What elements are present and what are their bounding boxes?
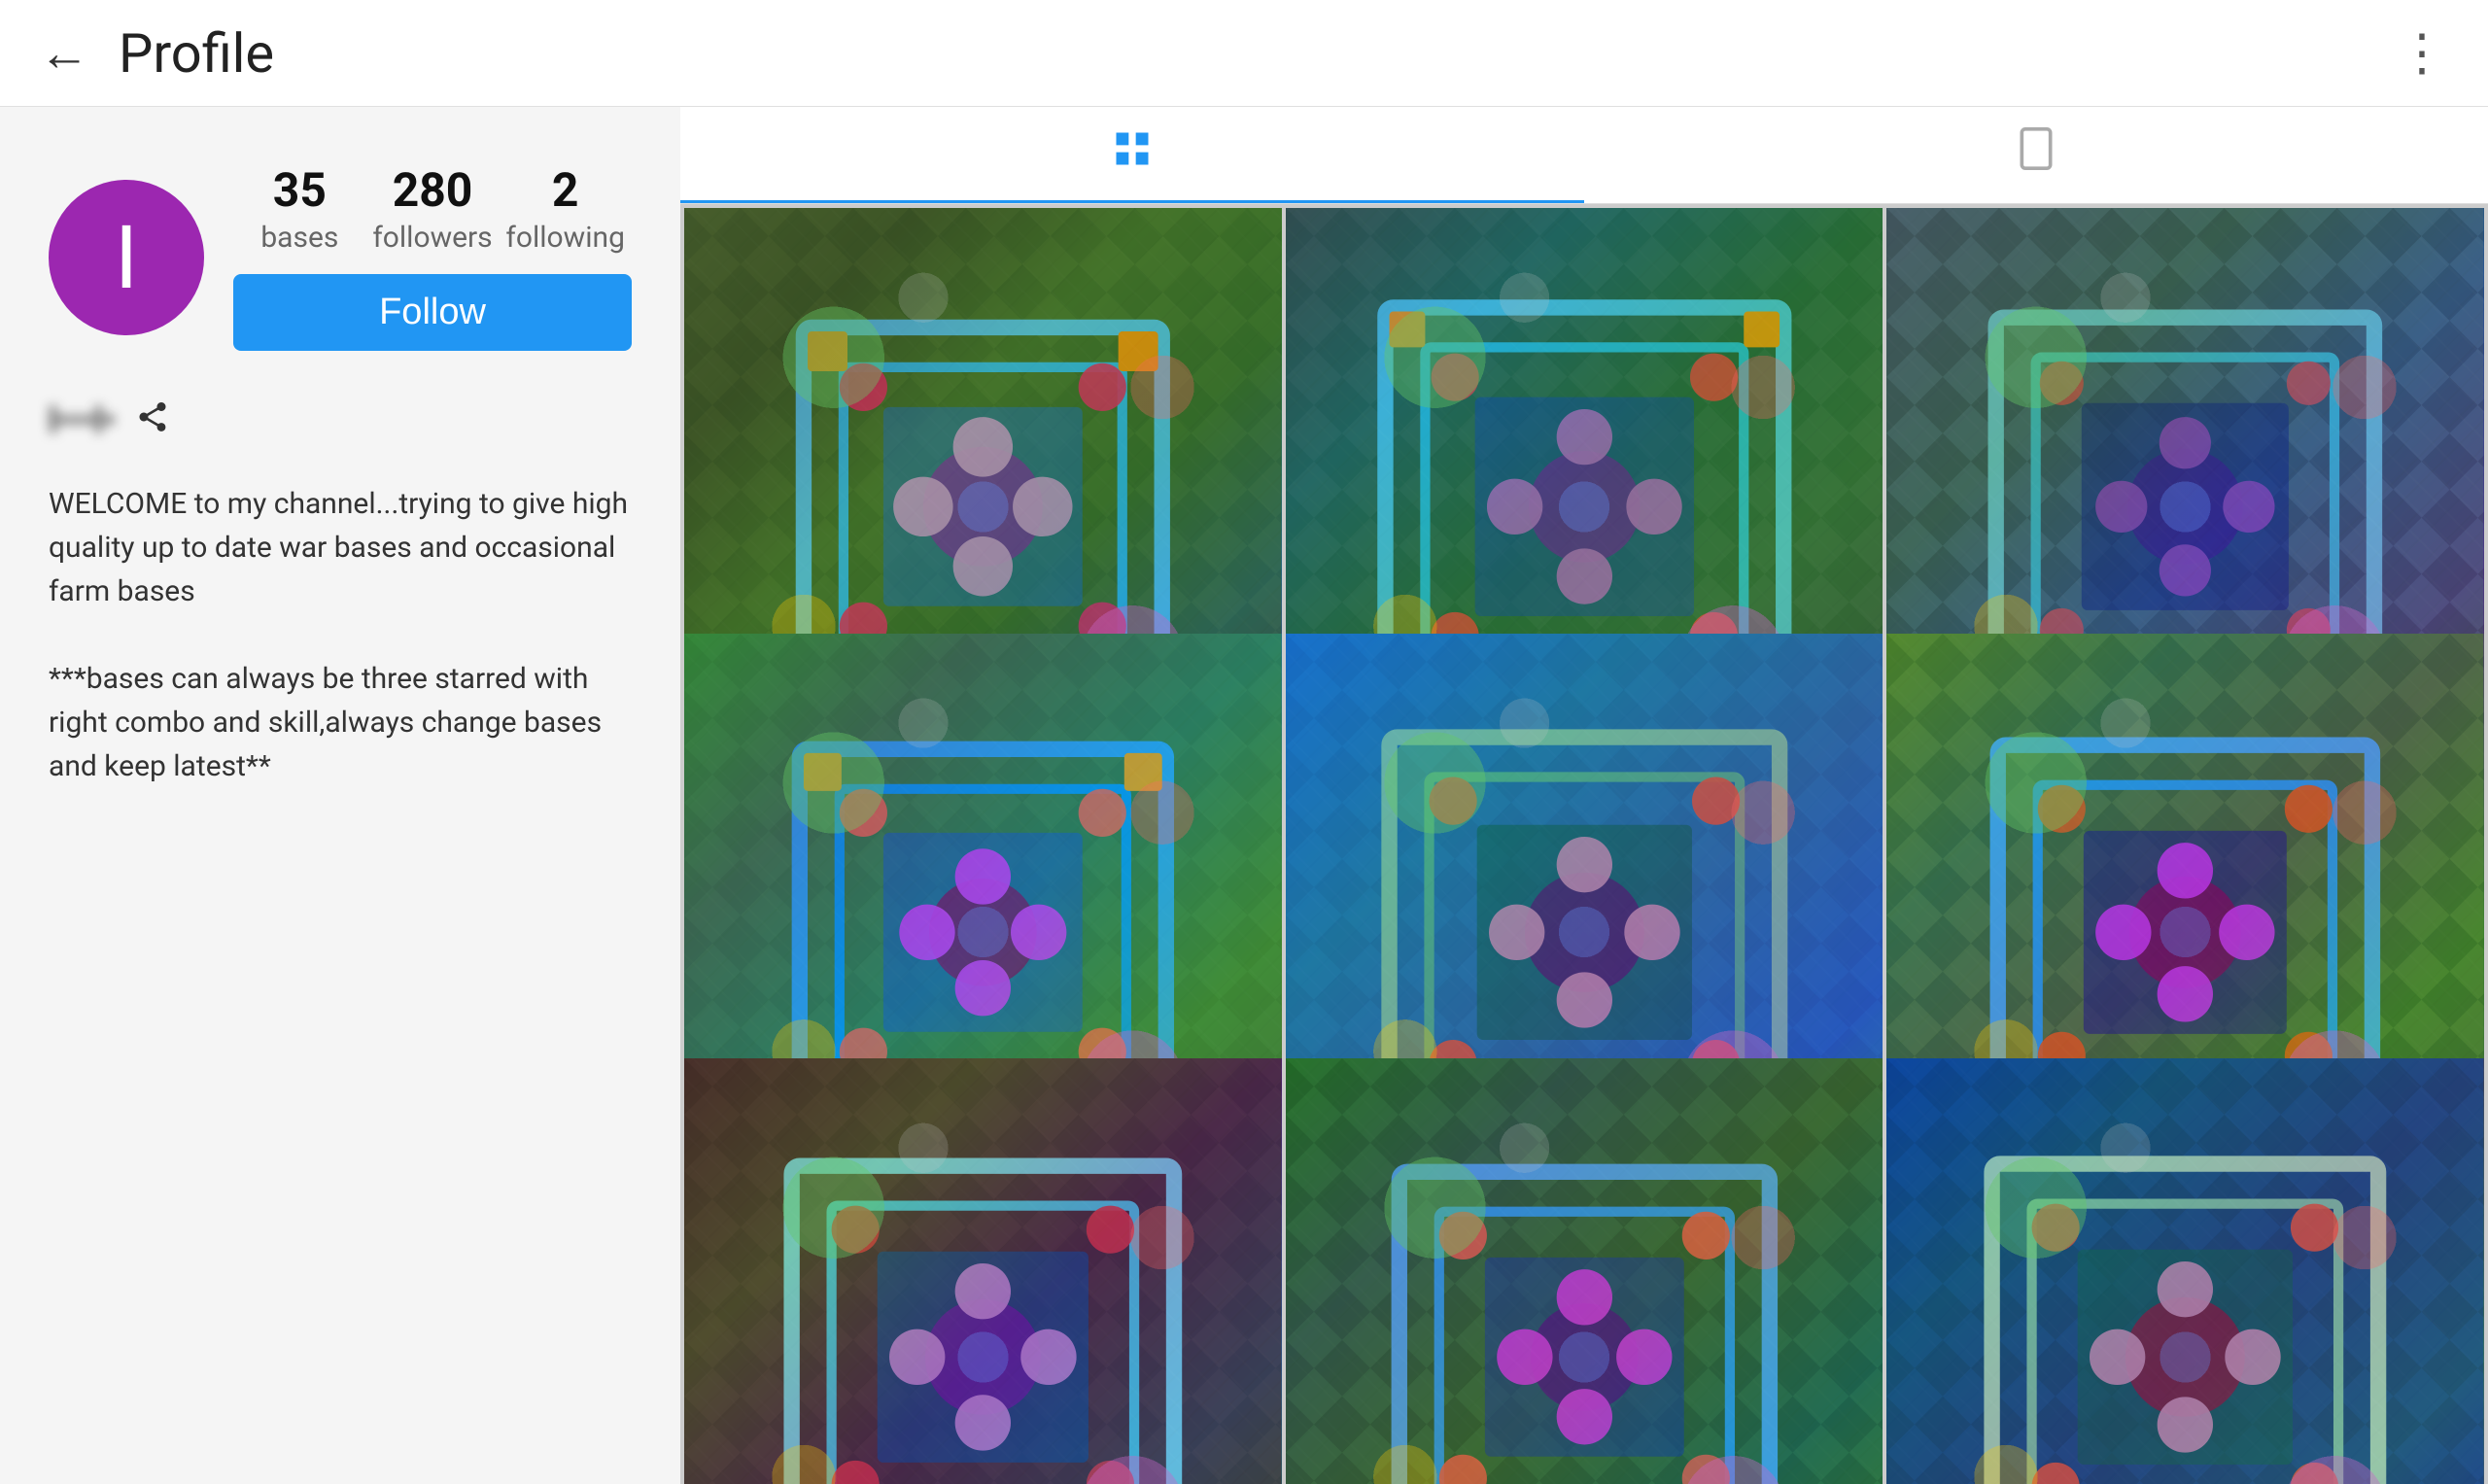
list-item[interactable] [1286, 1058, 1883, 1484]
left-panel: I 35 bases 280 followers 2 following [0, 107, 680, 1484]
more-options-button[interactable]: ⋮ [2397, 23, 2449, 83]
follow-button[interactable]: Follow [233, 274, 632, 351]
tab-list[interactable] [1584, 107, 2488, 203]
username: l•••l• [49, 400, 116, 441]
following-count: 2 [552, 165, 579, 217]
base-thumbnail-7 [684, 1058, 1282, 1484]
back-button[interactable]: ← [39, 28, 89, 79]
following-stat: 2 following [499, 165, 632, 255]
base-grid [680, 204, 2488, 1484]
top-bar: ← Profile ⋮ [0, 0, 2488, 107]
username-row: l•••l• [49, 399, 632, 443]
share-button[interactable] [135, 399, 170, 443]
list-view-icon [2018, 127, 2055, 181]
bases-label: bases [260, 221, 338, 255]
base-thumbnail-9 [1886, 1058, 2484, 1484]
followers-stat: 280 followers [366, 165, 500, 255]
bio: WELCOME to my channel...trying to give h… [49, 482, 632, 788]
page-title: Profile [119, 21, 274, 86]
right-panel [680, 107, 2488, 1484]
bases-count: 35 [273, 165, 327, 217]
list-item[interactable] [1886, 1058, 2484, 1484]
bases-stat: 35 bases [233, 165, 366, 255]
bio-line1: WELCOME to my channel...trying to give h… [49, 487, 628, 608]
avatar-letter: I [115, 207, 138, 309]
profile-stats-row: I 35 bases 280 followers 2 following [49, 165, 632, 351]
avatar: I [49, 180, 204, 335]
following-label: following [505, 221, 625, 255]
main-layout: I 35 bases 280 followers 2 following [0, 107, 2488, 1484]
followers-label: followers [372, 221, 492, 255]
grid-view-icon [1111, 127, 1154, 181]
list-item[interactable] [684, 1058, 1282, 1484]
bio-line2: ***bases can always be three starred wit… [49, 662, 602, 783]
top-bar-left: ← Profile [39, 21, 274, 86]
tab-grid[interactable] [680, 107, 1584, 203]
stats-row: 35 bases 280 followers 2 following [233, 165, 632, 255]
view-tabs [680, 107, 2488, 204]
stats-container: 35 bases 280 followers 2 following Follo… [233, 165, 632, 351]
followers-count: 280 [393, 165, 473, 217]
base-thumbnail-8 [1286, 1058, 1883, 1484]
